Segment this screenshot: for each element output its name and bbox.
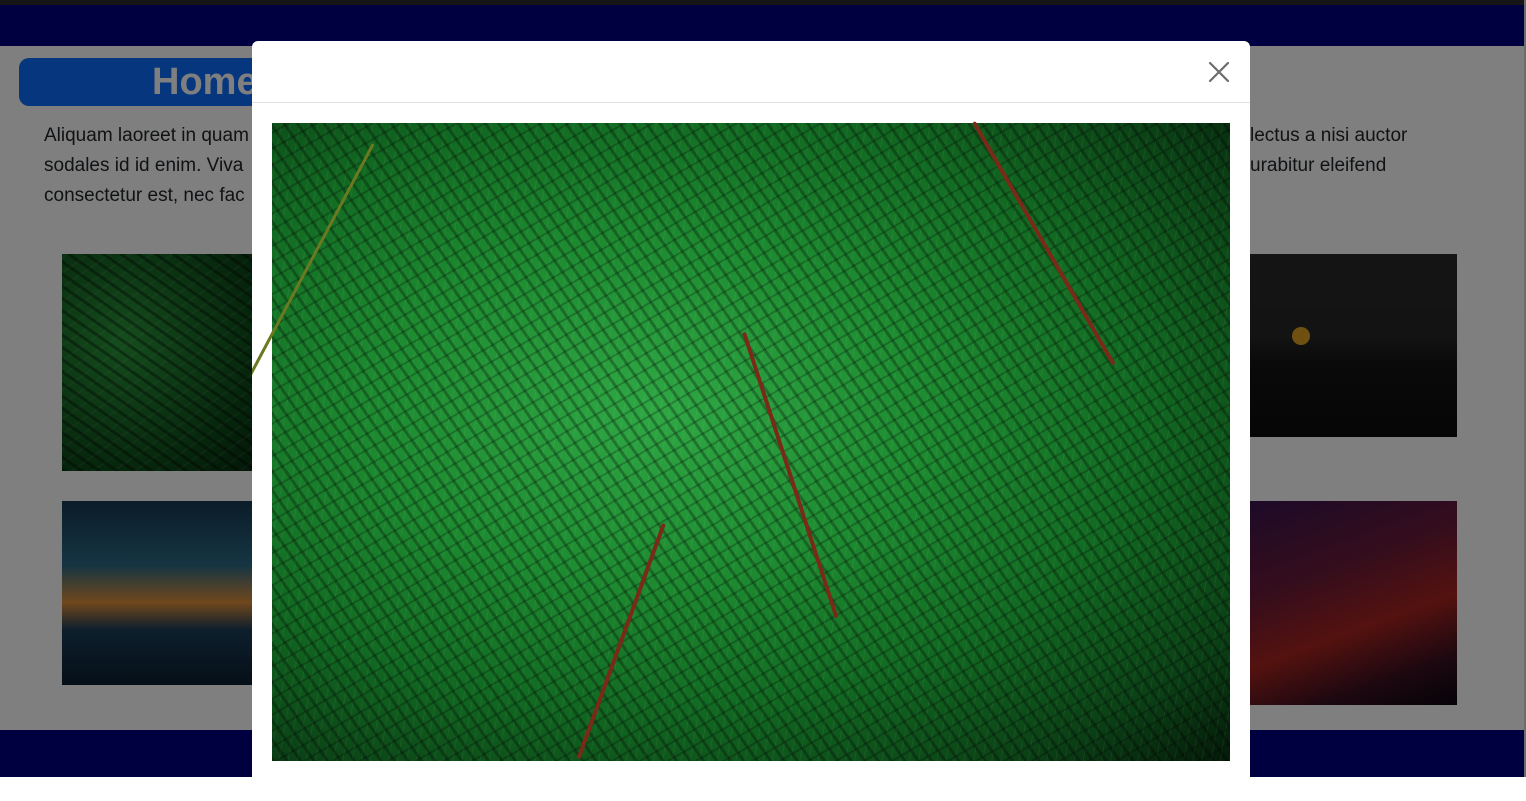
modal-header <box>252 41 1250 103</box>
fern-stem <box>972 121 1116 366</box>
close-icon <box>1208 61 1230 83</box>
image-modal <box>252 41 1250 801</box>
fern-stem <box>742 331 839 619</box>
fern-stem <box>576 523 666 760</box>
fern-stem <box>252 143 375 436</box>
modal-fern-image <box>252 121 1230 761</box>
close-button[interactable] <box>1204 57 1234 87</box>
